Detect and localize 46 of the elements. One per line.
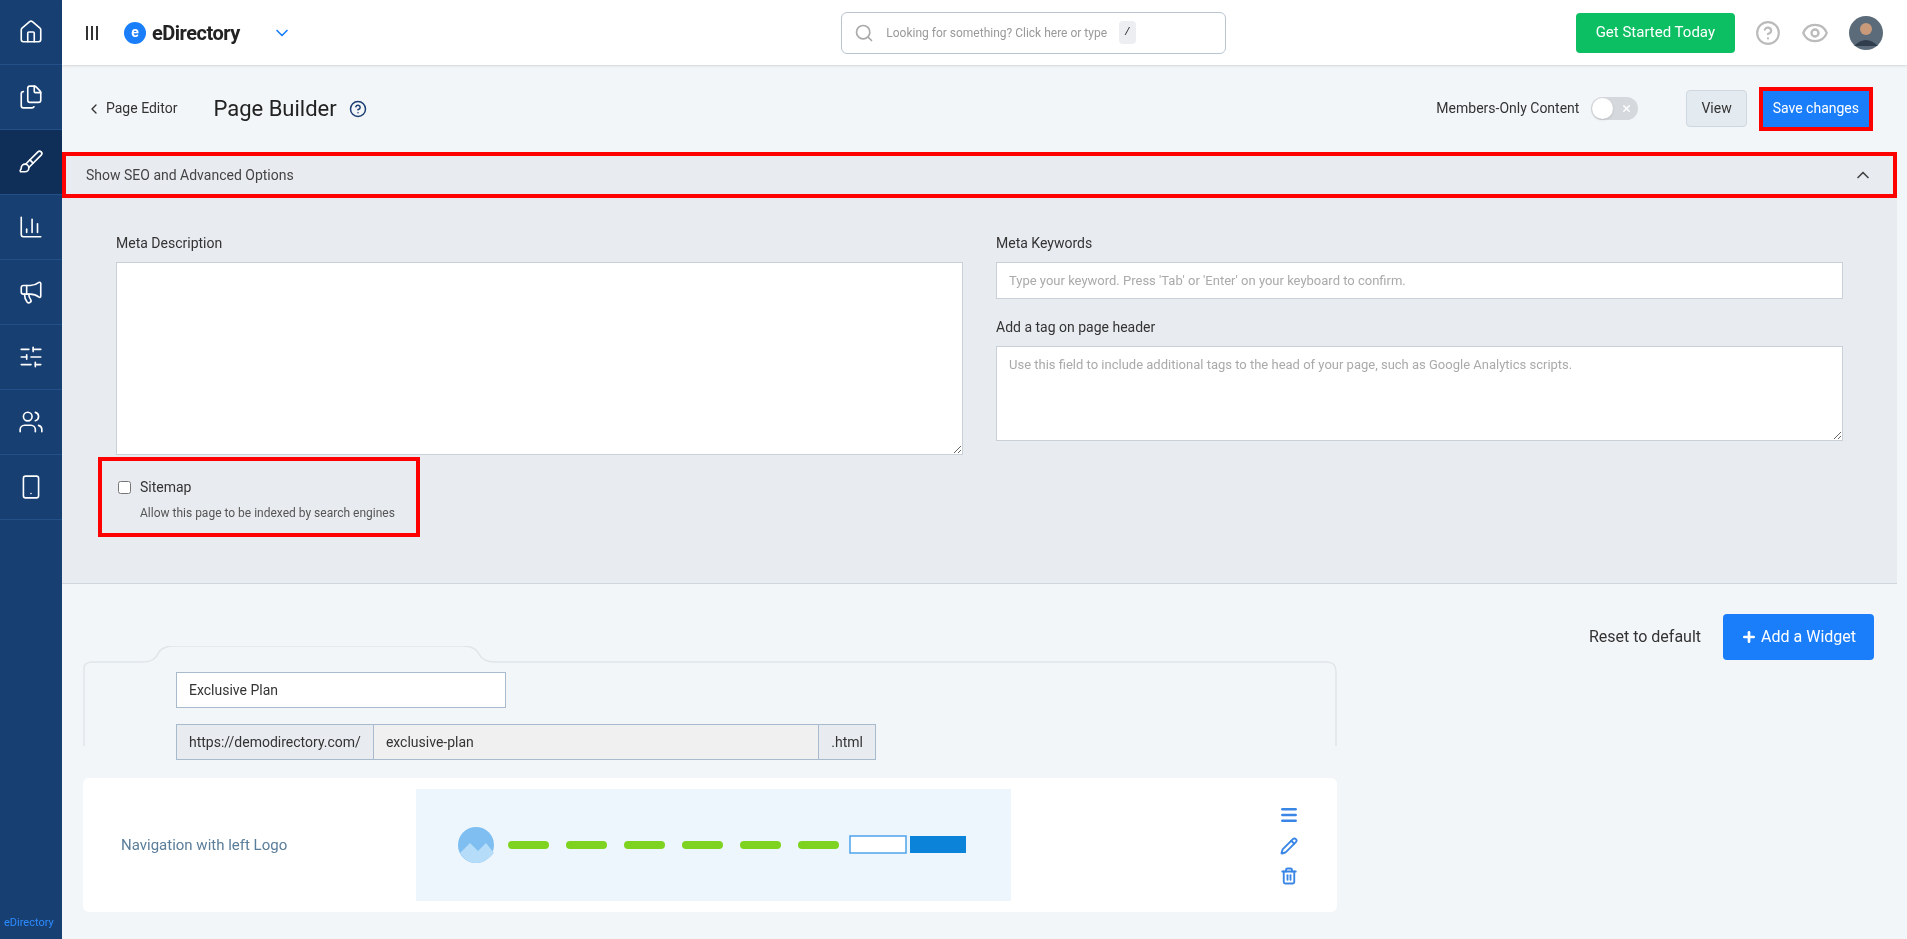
page-title-field[interactable]: Exclusive Plan [176, 672, 506, 708]
edit-icon[interactable] [1280, 837, 1298, 855]
back-link[interactable]: Page Editor [106, 98, 178, 119]
users-icon [18, 409, 44, 435]
widget-name: Navigation with left Logo [121, 834, 289, 856]
logo-text: eDirectory [152, 19, 240, 47]
page-title: Page Builder [213, 95, 337, 123]
plus-icon [1741, 629, 1758, 645]
add-widget-button[interactable]: Add a Widget [1723, 614, 1874, 660]
meta-description-field[interactable] [116, 262, 963, 455]
url-slug: exclusive-plan [373, 725, 820, 759]
home-icon [18, 19, 44, 45]
toggle-label: Members-Only Content [1436, 99, 1580, 118]
header-tag-field[interactable]: Use this field to include additional tags to the head of your page, such as Google Analytics scripts. [996, 346, 1843, 441]
members-only-toggle[interactable] [1591, 97, 1639, 120]
seo-toggle-bar[interactable]: Show SEO and Advanced Options [62, 152, 1897, 198]
sitemap-checkbox[interactable] [118, 481, 131, 494]
logo-badge: e [124, 21, 146, 44]
view-button[interactable]: View [1686, 90, 1747, 127]
meta-keywords-field[interactable]: Type your keyword. Press 'Tab' or 'Enter' on your keyboard to confirm. [996, 262, 1843, 299]
search-field[interactable]: Looking for something? Click here or type / [841, 11, 1227, 54]
field-label: Meta Keywords [996, 234, 1094, 253]
documents-icon [18, 84, 44, 110]
reset-link[interactable]: Reset to default [1588, 625, 1702, 649]
url-prefix: https://demodirectory.com/ [177, 725, 374, 759]
shortcut-key: / [1119, 21, 1136, 44]
brush-icon [18, 149, 44, 175]
footer-brand: eDirectory [3, 914, 55, 931]
menu-icon[interactable] [86, 25, 100, 40]
delete-icon[interactable] [1280, 867, 1298, 885]
save-button[interactable]: Save changes [1758, 86, 1873, 131]
search-placeholder: Looking for something? Click here or type [886, 24, 1108, 42]
sliders-icon [18, 344, 44, 370]
close-icon [1621, 103, 1633, 114]
url-suffix: .html [819, 725, 875, 759]
megaphone-icon [18, 279, 44, 305]
help-icon[interactable] [348, 99, 367, 118]
search-icon [854, 22, 875, 43]
bar-chart-icon [18, 214, 44, 240]
field-label: Meta Description [116, 234, 224, 253]
checkbox-label: Sitemap [140, 478, 192, 497]
sidebar-item[interactable] [0, 130, 62, 195]
avatar[interactable] [1849, 15, 1883, 50]
field-label: Add a tag on page header [996, 318, 1157, 337]
checkbox-hint: Allow this page to be indexed by search engines [140, 505, 396, 522]
url-field[interactable]: https://demodirectory.com/ exclusive-plan .html [176, 724, 876, 760]
